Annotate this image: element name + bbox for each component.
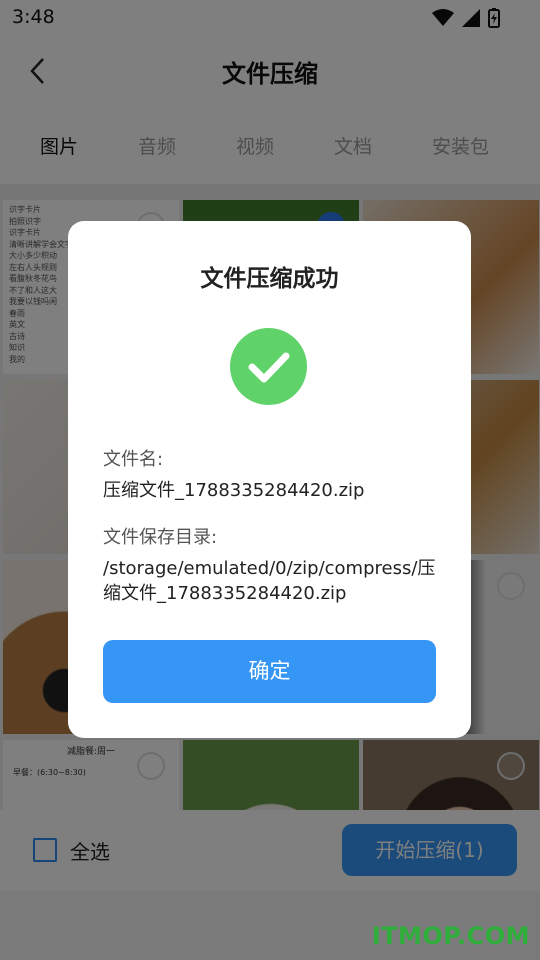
success-check-icon — [230, 328, 307, 405]
dialog-title: 文件压缩成功 — [200, 266, 339, 292]
confirm-button[interactable]: 确定 — [103, 640, 436, 703]
filename-value: 压缩文件_1788335284420.zip — [103, 480, 365, 501]
save-dir-value: /storage/emulated/0/zip/compress/压缩文件_17… — [103, 558, 436, 604]
watermark-logo: ITMOP.COM — [371, 922, 530, 950]
success-dialog: 文件压缩成功 文件名: 压缩文件_1788335284420.zip 文件保存目… — [68, 221, 471, 738]
filename-label: 文件名: — [103, 449, 164, 470]
save-dir-label: 文件保存目录: — [103, 527, 218, 548]
